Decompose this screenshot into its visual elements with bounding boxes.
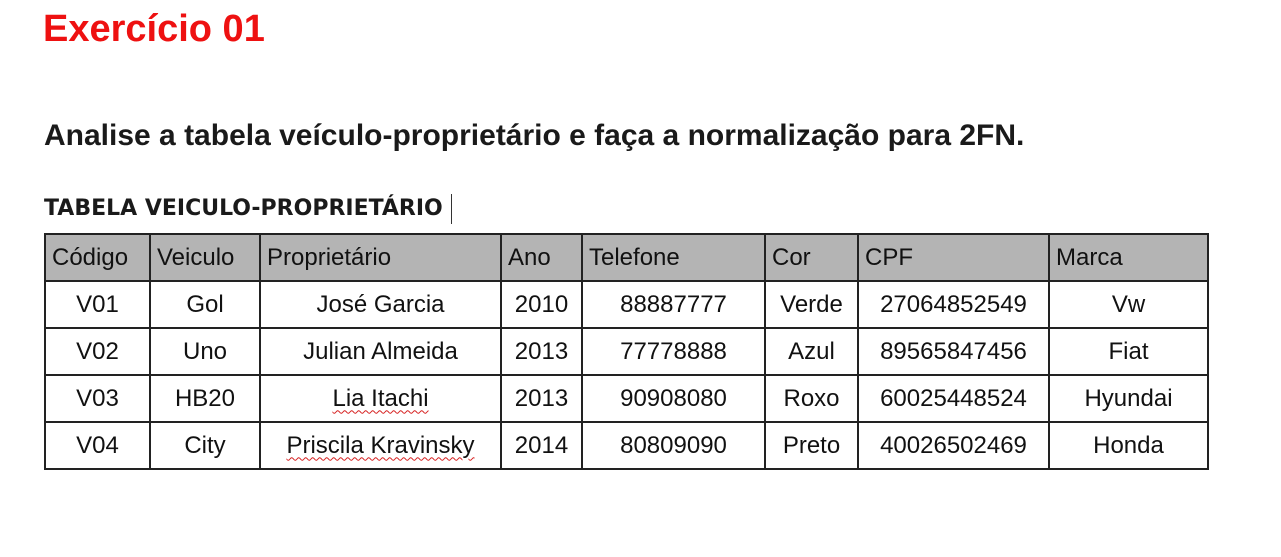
table-header-row: Código Veiculo Proprietário Ano Telefone… [44, 233, 1209, 282]
cell-cpf: 89565847456 [857, 327, 1050, 376]
header-codigo: Código [44, 233, 151, 282]
cell-proprietario: Priscila Kravinsky [259, 421, 502, 470]
cell-codigo: V04 [44, 421, 151, 470]
text-cursor [450, 194, 452, 224]
cell-marca: Hyundai [1048, 374, 1209, 423]
cell-cpf: 40026502469 [857, 421, 1050, 470]
cell-proprietario: José Garcia [259, 280, 502, 329]
cell-ano: 2013 [500, 327, 583, 376]
cell-telefone: 80809090 [581, 421, 766, 470]
header-marca: Marca [1048, 233, 1209, 282]
cell-cor: Verde [764, 280, 859, 329]
table-row: V04 City Priscila Kravinsky 2014 8080909… [44, 421, 1209, 470]
cell-marca: Fiat [1048, 327, 1209, 376]
cell-proprietario: Lia Itachi [259, 374, 502, 423]
spellcheck-name: Priscila Kravinsky [286, 431, 475, 459]
cell-ano: 2010 [500, 280, 583, 329]
cell-veiculo: Uno [149, 327, 261, 376]
cell-veiculo: Gol [149, 280, 261, 329]
exercise-question: Analise a tabela veículo-proprietário e … [44, 119, 1025, 152]
cell-telefone: 88887777 [581, 280, 766, 329]
table-row: V01 Gol José Garcia 2010 88887777 Verde … [44, 280, 1209, 329]
cell-cpf: 60025448524 [857, 374, 1050, 423]
cell-codigo: V03 [44, 374, 151, 423]
vehicle-owner-table: Código Veiculo Proprietário Ano Telefone… [44, 233, 1209, 470]
header-proprietario: Proprietário [259, 233, 502, 282]
table-row: V03 HB20 Lia Itachi 2013 90908080 Roxo 6… [44, 374, 1209, 423]
exercise-title: Exercício 01 [43, 8, 265, 50]
header-cor: Cor [764, 233, 859, 282]
cell-telefone: 90908080 [581, 374, 766, 423]
cell-ano: 2014 [500, 421, 583, 470]
cell-codigo: V01 [44, 280, 151, 329]
cell-cpf: 27064852549 [857, 280, 1050, 329]
header-veiculo: Veiculo [149, 233, 261, 282]
cell-proprietario: Julian Almeida [259, 327, 502, 376]
cell-cor: Roxo [764, 374, 859, 423]
cell-veiculo: City [149, 421, 261, 470]
cell-cor: Preto [764, 421, 859, 470]
table-caption-text: TABELA VEICULO-PROPRIETÁRIO [44, 196, 443, 221]
header-cpf: CPF [857, 233, 1050, 282]
cell-ano: 2013 [500, 374, 583, 423]
cell-marca: Honda [1048, 421, 1209, 470]
spellcheck-name: Lia Itachi [332, 384, 429, 412]
table-caption: TABELA VEICULO-PROPRIETÁRIO [44, 192, 452, 226]
cell-veiculo: HB20 [149, 374, 261, 423]
cell-telefone: 77778888 [581, 327, 766, 376]
cell-cor: Azul [764, 327, 859, 376]
cell-marca: Vw [1048, 280, 1209, 329]
table-row: V02 Uno Julian Almeida 2013 77778888 Azu… [44, 327, 1209, 376]
cell-codigo: V02 [44, 327, 151, 376]
header-ano: Ano [500, 233, 583, 282]
header-telefone: Telefone [581, 233, 766, 282]
